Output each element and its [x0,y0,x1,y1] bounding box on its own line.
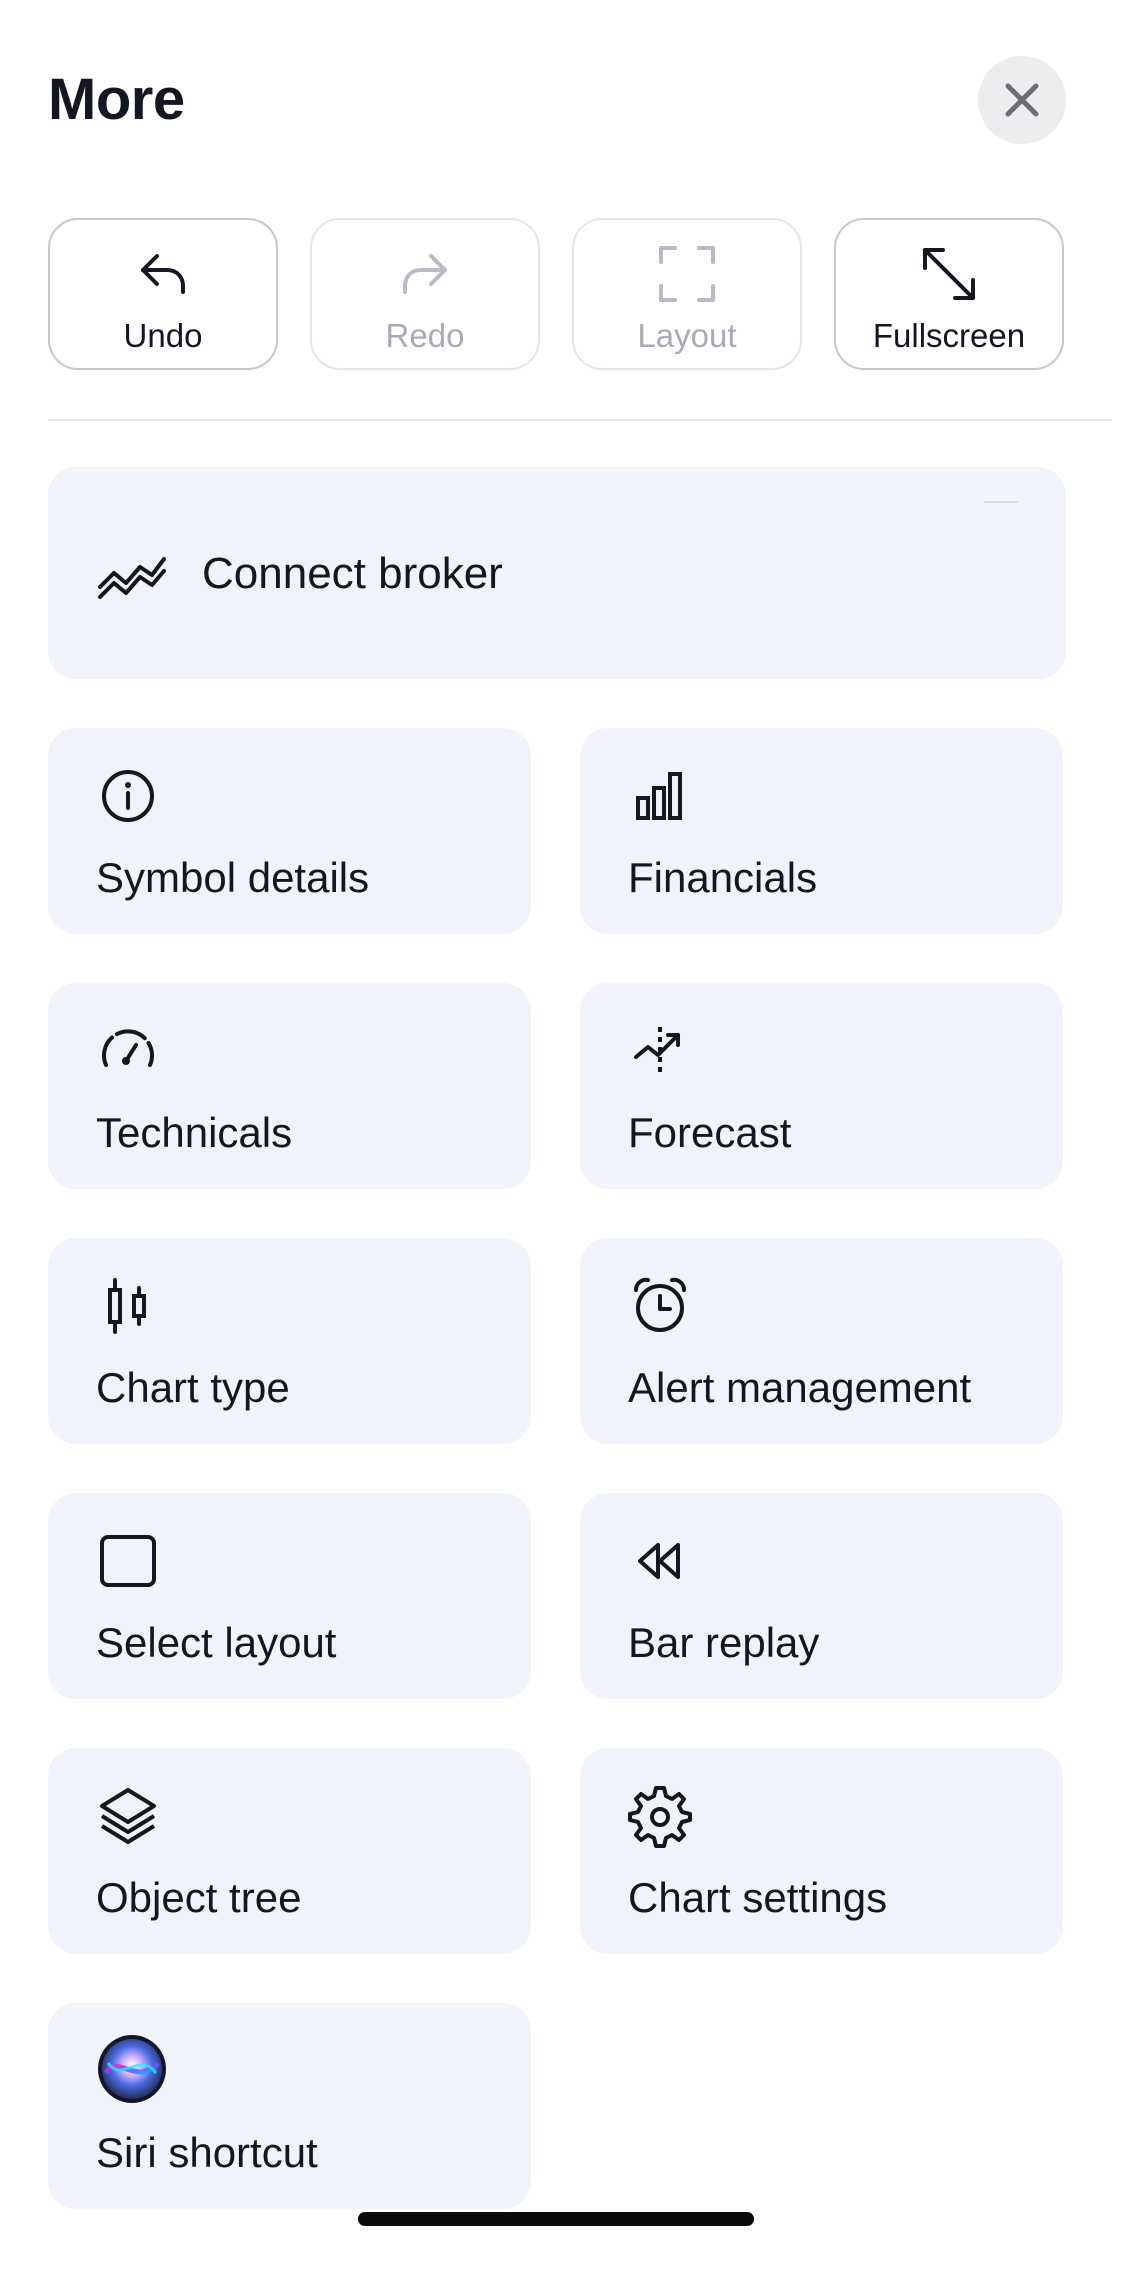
undo-button[interactable]: Undo [48,218,278,370]
fullscreen-label: Fullscreen [872,317,1026,354]
redo-icon [403,254,447,294]
gauge-icon [102,1029,154,1067]
object-tree-card[interactable]: Object tree [48,1748,531,1954]
symbol-details-card[interactable]: Symbol details [48,728,531,934]
siri-shortcut-label: Siri shortcut [96,2129,318,2176]
select-layout-label: Select layout [96,1619,337,1666]
financials-label: Financials [628,854,818,901]
broker-handshake-icon [98,557,166,599]
undo-icon [141,254,185,294]
redo-button[interactable]: Redo [310,218,540,370]
chart-settings-label: Chart settings [628,1874,888,1921]
close-icon [1005,83,1039,117]
bar-chart-icon [636,772,682,820]
connect-broker-card[interactable]: Connect broker [48,467,1066,679]
candlestick-icon [108,1278,146,1334]
page-title: More [48,67,185,132]
alarm-clock-icon [634,1277,686,1332]
toolbar: Undo Redo Layout Fullscreen [48,218,1066,372]
layout-label: Layout [637,317,737,354]
chart-settings-card[interactable]: Chart settings [580,1748,1063,1954]
chart-type-label: Chart type [96,1364,290,1411]
siri-icon [98,2035,166,2103]
select-layout-card[interactable]: Select layout [48,1493,531,1699]
divider [48,419,1112,421]
technicals-card[interactable]: Technicals [48,983,531,1189]
close-button[interactable] [978,56,1066,144]
object-tree-label: Object tree [96,1874,302,1921]
fullscreen-button[interactable]: Fullscreen [834,218,1064,370]
forecast-label: Forecast [628,1109,792,1156]
undo-label: Undo [123,317,203,354]
fullscreen-icon [923,248,975,300]
chart-type-card[interactable]: Chart type [48,1238,531,1444]
bar-replay-label: Bar replay [628,1619,820,1666]
forecast-card[interactable]: Forecast [580,983,1063,1189]
alert-management-label: Alert management [628,1364,972,1411]
layout-frame-icon [659,246,715,302]
layers-icon [100,1788,156,1844]
square-layout-icon [100,1535,156,1587]
rewind-icon [638,1543,680,1579]
card-decoration [984,501,1018,503]
financials-card[interactable]: Financials [580,728,1063,934]
siri-shortcut-card[interactable]: Siri shortcut [48,2003,531,2209]
home-indicator [358,2212,754,2226]
forecast-icon [634,1027,680,1077]
symbol-details-label: Symbol details [96,854,370,901]
info-icon [102,770,154,822]
alert-management-card[interactable]: Alert management [580,1238,1063,1444]
redo-label: Redo [385,317,465,354]
gear-icon [628,1786,692,1848]
connect-broker-label: Connect broker [202,549,503,598]
bar-replay-card[interactable]: Bar replay [580,1493,1063,1699]
technicals-label: Technicals [96,1109,293,1156]
layout-button[interactable]: Layout [572,218,802,370]
